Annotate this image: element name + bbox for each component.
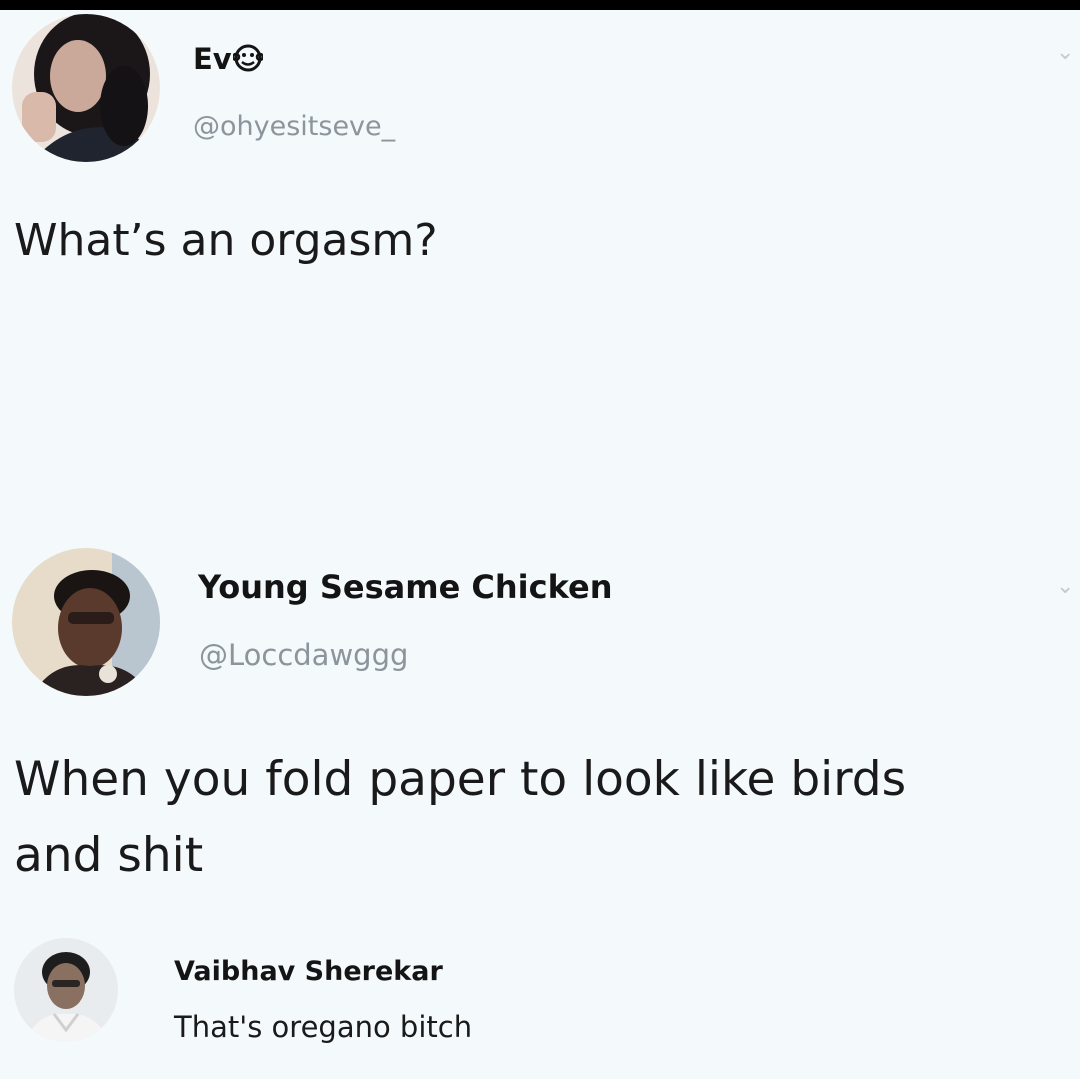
avatar-vaibhav-sherekar[interactable] [14,938,118,1042]
comment-author-name[interactable]: Vaibhav Sherekar [174,956,443,987]
chevron-down-icon[interactable]: ⌄ [1056,574,1074,599]
tweet-author-name[interactable]: Ev [193,42,264,80]
tweet-text-line: and shit [14,828,204,883]
author-name-text: Ev [193,42,232,76]
chevron-down-icon[interactable]: ⌄ [1056,40,1074,65]
comment-text: That's oregano bitch [174,1010,473,1044]
tweet-author-handle[interactable]: @ohyesitseve_ [193,111,395,142]
monkey-face-icon [231,43,264,80]
tweet-text: What’s an orgasm? [14,215,438,266]
avatar-young-sesame-chicken[interactable] [12,548,160,696]
comment [0,930,1080,1079]
top-border [0,0,1080,10]
avatar-ev[interactable] [12,14,160,162]
tweet-author-handle[interactable]: @Loccdawggg [199,638,408,672]
tweet-author-name[interactable]: Young Sesame Chicken [198,568,613,606]
tweet-text-line: When you fold paper to look like birds [14,752,907,807]
